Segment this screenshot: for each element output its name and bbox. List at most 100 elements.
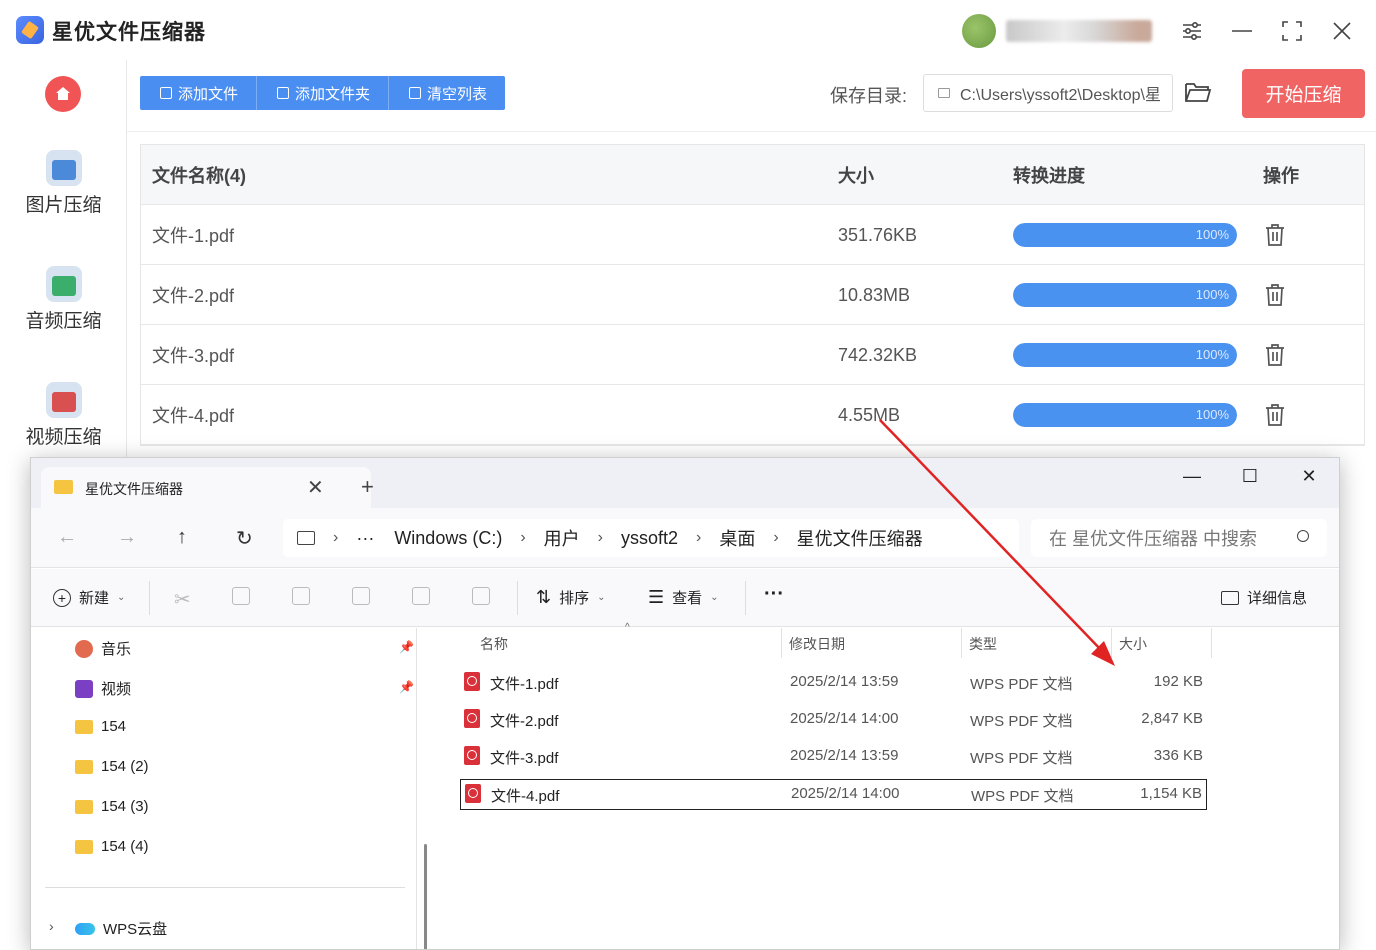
open-folder-icon[interactable] xyxy=(1184,80,1212,106)
copy-icon[interactable] xyxy=(232,587,250,605)
file-date: 2025/2/14 13:59 xyxy=(790,673,899,690)
add-folder-button[interactable]: 添加文件夹 xyxy=(257,76,390,110)
pin-icon: 📌 xyxy=(399,680,414,694)
breadcrumb-item[interactable]: 桌面 xyxy=(709,525,765,551)
folder-icon xyxy=(938,88,950,98)
breadcrumb[interactable]: › ··· Windows (C:) › 用户 › yssoft2 › 桌面 ›… xyxy=(283,519,1019,557)
maximize-icon[interactable]: ☐ xyxy=(1235,466,1265,486)
nav-item-folder[interactable]: 154 (3) xyxy=(75,798,149,815)
list-item[interactable]: 文件-3.pdf 2025/2/14 13:59 WPS PDF 文档 336 KB xyxy=(460,742,1207,773)
progress-text: 100% xyxy=(1195,347,1229,362)
save-dir-input[interactable]: C:\Users\yssoft2\Desktop\星 xyxy=(923,74,1173,112)
share-icon[interactable] xyxy=(412,587,430,605)
new-tab-icon[interactable]: + xyxy=(361,474,374,500)
column-header-name[interactable]: 名称 xyxy=(480,634,508,654)
table-row[interactable]: 文件-1.pdf 351.76KB 100% xyxy=(141,205,1364,265)
sidebar-item-image[interactable]: 图片压缩 xyxy=(0,150,127,217)
sort-ascending-icon: ^ xyxy=(625,622,630,633)
up-icon[interactable]: ↑ xyxy=(177,526,187,549)
nav-item-music[interactable]: 音乐 xyxy=(75,638,131,659)
nav-item-folder[interactable]: 154 (4) xyxy=(75,838,149,855)
back-icon[interactable]: ← xyxy=(57,526,77,549)
minimize-icon[interactable]: — xyxy=(1177,466,1207,486)
more-options-button[interactable]: ··· xyxy=(764,583,784,606)
pdf-file-icon xyxy=(465,784,481,803)
progress-bar: 100% xyxy=(1013,403,1237,427)
column-header-size[interactable]: 大小 xyxy=(1119,634,1147,654)
scrollbar[interactable] xyxy=(424,844,427,949)
explorer-tab[interactable]: 星优文件压缩器 ✕ xyxy=(41,467,371,508)
table-row[interactable]: 文件-4.pdf 4.55MB 100% xyxy=(141,385,1364,445)
refresh-icon[interactable]: ↻ xyxy=(236,526,253,551)
nav-item-video[interactable]: 视频 xyxy=(75,678,131,699)
column-header-size[interactable]: 大小 xyxy=(838,145,874,205)
add-folder-label: 添加文件夹 xyxy=(295,85,371,103)
chevron-right-icon: › xyxy=(597,529,603,546)
new-button[interactable]: + 新建 ⌄ xyxy=(53,587,125,608)
settings-icon[interactable] xyxy=(1177,16,1207,46)
breadcrumb-item[interactable]: Windows (C:) xyxy=(384,528,512,549)
breadcrumb-item[interactable]: yssoft2 xyxy=(611,528,688,549)
forward-icon[interactable]: → xyxy=(117,526,137,549)
close-icon[interactable] xyxy=(1327,16,1357,46)
file-size: 1,154 KB xyxy=(1140,785,1202,802)
table-row[interactable]: 文件-2.pdf 10.83MB 100% xyxy=(141,265,1364,325)
rename-icon[interactable] xyxy=(352,587,370,605)
nav-item-folder[interactable]: 154 xyxy=(75,718,126,735)
navigation-pane: 音乐 📌 视频 📌 154 154 (2) 154 (3) 154 (4) › … xyxy=(31,628,417,949)
progress-cell: 100% xyxy=(1013,325,1237,385)
delete-row-button[interactable] xyxy=(1264,325,1286,385)
progress-text: 100% xyxy=(1195,287,1229,302)
details-label: 详细信息 xyxy=(1247,590,1308,607)
nav-item-folder[interactable]: 154 (2) xyxy=(75,758,149,775)
chevron-right-icon: › xyxy=(773,529,779,546)
delete-row-button[interactable] xyxy=(1264,265,1286,325)
column-header-name[interactable]: 文件名称(4) xyxy=(152,145,246,205)
search-input[interactable]: 在 星优文件压缩器 中搜索 xyxy=(1031,519,1327,557)
delete-icon[interactable] xyxy=(472,587,490,605)
breadcrumb-item[interactable]: 星优文件压缩器 xyxy=(787,525,933,551)
user-avatar[interactable] xyxy=(962,14,996,48)
details-button[interactable]: 详细信息 xyxy=(1221,587,1307,608)
column-divider[interactable] xyxy=(961,628,962,658)
tab-close-icon[interactable]: ✕ xyxy=(307,475,324,500)
add-file-button[interactable]: 添加文件 xyxy=(140,76,258,110)
nav-item-label: 视频 xyxy=(101,681,132,698)
paste-icon[interactable] xyxy=(292,587,310,605)
list-item[interactable]: 文件-4.pdf 2025/2/14 14:00 WPS PDF 文档 1,154 K… xyxy=(460,779,1207,810)
minimize-icon[interactable] xyxy=(1227,16,1257,46)
breadcrumb-item[interactable]: 用户 xyxy=(534,525,590,551)
progress-bar: 100% xyxy=(1013,283,1237,307)
nav-item-wps-cloud[interactable]: WPS云盘 xyxy=(75,918,167,939)
progress-cell: 100% xyxy=(1013,385,1237,445)
table-row[interactable]: 文件-3.pdf 742.32KB 100% xyxy=(141,325,1364,385)
sidebar-item-label: 音频压缩 xyxy=(25,311,102,332)
start-compress-button[interactable]: 开始压缩 xyxy=(1242,69,1365,118)
clear-list-button[interactable]: 清空列表 xyxy=(389,76,505,110)
list-item[interactable]: 文件-2.pdf 2025/2/14 14:00 WPS PDF 文档 2,847 K… xyxy=(460,705,1207,736)
view-button[interactable]: ☰ 查看 ⌄ xyxy=(648,587,719,608)
column-divider[interactable] xyxy=(781,628,782,658)
delete-row-button[interactable] xyxy=(1264,205,1286,265)
breadcrumb-more[interactable]: ··· xyxy=(346,528,384,549)
column-header-date[interactable]: 修改日期 xyxy=(789,634,845,654)
sort-label: 排序 xyxy=(559,590,590,607)
delete-row-button[interactable] xyxy=(1264,385,1286,445)
column-header-type[interactable]: 类型 xyxy=(969,634,997,654)
sidebar-item-label: 图片压缩 xyxy=(25,195,102,216)
sidebar-item-video[interactable]: 视频压缩 xyxy=(0,382,127,449)
column-divider[interactable] xyxy=(1211,628,1212,658)
list-item[interactable]: 文件-1.pdf 2025/2/14 13:59 WPS PDF 文档 192 KB xyxy=(460,668,1207,699)
home-icon[interactable] xyxy=(45,76,81,112)
chevron-down-icon: ⌄ xyxy=(710,592,719,603)
maximize-icon[interactable] xyxy=(1277,16,1307,46)
close-icon[interactable]: ✕ xyxy=(1294,466,1324,486)
column-header-progress[interactable]: 转换进度 xyxy=(1013,145,1085,205)
sort-button[interactable]: ⇅ 排序 ⌄ xyxy=(536,587,606,608)
sidebar-item-label: 视频压缩 xyxy=(25,427,102,448)
cut-icon[interactable]: ✂ xyxy=(174,587,191,612)
sidebar-item-audio[interactable]: 音频压缩 xyxy=(0,266,127,333)
column-divider[interactable] xyxy=(1111,628,1112,658)
chevron-right-icon[interactable]: › xyxy=(49,918,54,934)
command-bar: + 新建 ⌄ ✂ ⇅ 排序 ⌄ ☰ 查看 ⌄ ··· 详细信息 xyxy=(31,569,1339,627)
